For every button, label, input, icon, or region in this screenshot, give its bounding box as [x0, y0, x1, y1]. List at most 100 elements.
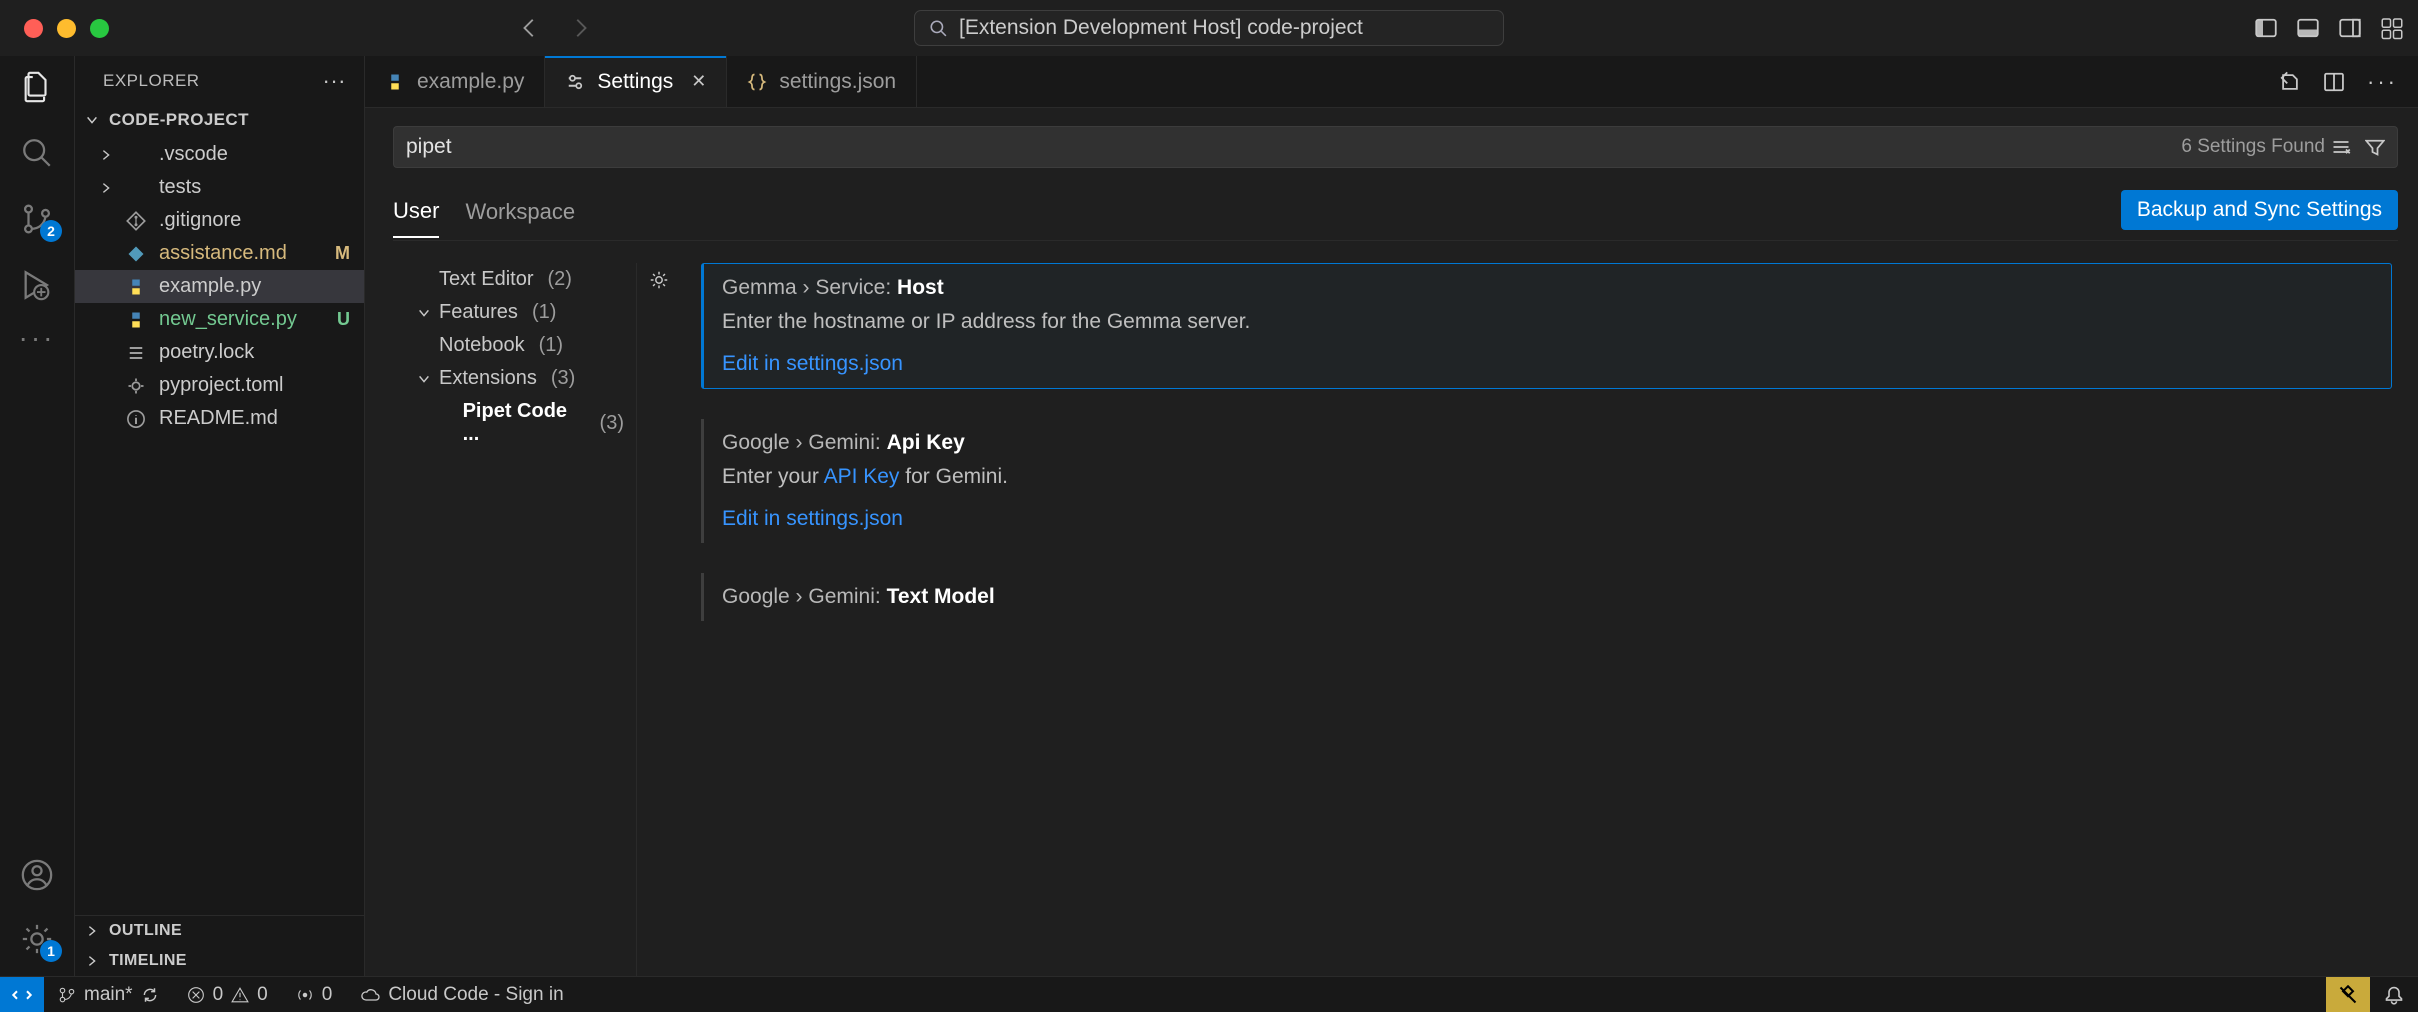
file-name: new_service.py: [159, 308, 297, 331]
setting-name: Host: [897, 276, 944, 299]
setting-item[interactable]: Google › Gemini: Text Model: [701, 573, 2392, 621]
maximize-window-button[interactable]: [90, 19, 109, 38]
scm-badge: 2: [40, 220, 62, 242]
settings-search-input[interactable]: [406, 135, 2181, 159]
file-icon: [125, 310, 147, 330]
file-icon: [125, 211, 147, 231]
tab-label: settings.json: [779, 70, 896, 94]
explorer-more-icon[interactable]: ···: [323, 68, 346, 94]
folder-header[interactable]: CODE-PROJECT: [75, 100, 364, 138]
edit-in-settings-json-link[interactable]: Edit in settings.json: [722, 352, 903, 376]
search-icon: [929, 19, 947, 37]
toc-count: (2): [547, 268, 571, 291]
file-item[interactable]: assistance.mdM: [75, 237, 364, 270]
file-item[interactable]: new_service.pyU: [75, 303, 364, 336]
editor-tab[interactable]: example.py: [365, 56, 545, 107]
gear-icon[interactable]: [648, 269, 670, 976]
file-item[interactable]: tests: [75, 171, 364, 204]
toc-item[interactable]: Extensions(3): [393, 362, 630, 395]
file-name: assistance.md: [159, 242, 287, 265]
setting-desc-link[interactable]: API Key: [824, 465, 900, 488]
edit-in-settings-json-link[interactable]: Edit in settings.json: [722, 507, 903, 531]
file-item[interactable]: README.md: [75, 402, 364, 435]
toc-label: Notebook: [439, 334, 525, 357]
file-item[interactable]: poetry.lock: [75, 336, 364, 369]
tab-label: Settings: [597, 70, 673, 94]
activity-more[interactable]: ···: [19, 334, 56, 342]
warning-icon: [231, 986, 249, 1004]
settings-list[interactable]: Gemma › Service: Host Enter the hostname…: [681, 263, 2398, 976]
filter-icon[interactable]: [2365, 137, 2385, 157]
settings-search-box[interactable]: 6 Settings Found: [393, 126, 2398, 168]
scope-tab-workspace[interactable]: Workspace: [465, 193, 575, 237]
activity-search[interactable]: [20, 136, 54, 170]
editor-tab[interactable]: settings.json: [727, 56, 917, 107]
tab-icon: [385, 72, 405, 92]
file-name: poetry.lock: [159, 341, 254, 364]
outline-section[interactable]: OUTLINE: [75, 915, 364, 946]
setting-name: Text Model: [887, 585, 995, 608]
status-cloud-code[interactable]: Cloud Code - Sign in: [346, 977, 577, 1012]
status-notifications[interactable]: [2370, 977, 2418, 1012]
setting-item[interactable]: Gemma › Service: Host Enter the hostname…: [701, 263, 2392, 389]
close-tab-icon[interactable]: ✕: [691, 71, 706, 92]
toc-item[interactable]: Notebook(1): [393, 329, 630, 362]
editor-tabs: example.py Settings ✕ settings.json ···: [365, 56, 2418, 108]
file-item[interactable]: .gitignore: [75, 204, 364, 237]
outline-label: OUTLINE: [109, 922, 182, 940]
status-branch[interactable]: main*: [44, 977, 173, 1012]
file-item[interactable]: example.py: [75, 270, 364, 303]
tab-actions: ···: [2259, 56, 2418, 107]
window-title: [Extension Development Host] code-projec…: [959, 16, 1363, 40]
open-changes-icon[interactable]: [2279, 71, 2301, 93]
file-name: .vscode: [159, 143, 228, 166]
toggle-secondary-sidebar-icon[interactable]: [2338, 16, 2362, 40]
settings-body: Text Editor(2)Features(1)Notebook(1)Exte…: [393, 263, 2398, 976]
activity-account[interactable]: [20, 858, 54, 892]
setting-item[interactable]: Google › Gemini: Api Key Enter your API …: [701, 419, 2392, 543]
backup-sync-button[interactable]: Backup and Sync Settings: [2121, 190, 2398, 230]
sync-icon[interactable]: [141, 986, 159, 1004]
minimize-window-button[interactable]: [57, 19, 76, 38]
setting-crumb: Google › Gemini:: [722, 431, 887, 454]
setting-description: Enter your API Key for Gemini.: [722, 465, 2374, 489]
branch-name: main*: [84, 984, 133, 1006]
file-item[interactable]: pyproject.toml: [75, 369, 364, 402]
back-button[interactable]: [519, 17, 541, 39]
toc-item[interactable]: Pipet Code ...(3): [393, 395, 630, 451]
status-remote[interactable]: [0, 977, 44, 1012]
status-problems[interactable]: 0 0: [173, 977, 282, 1012]
activity-source-control[interactable]: 2: [20, 202, 54, 236]
close-window-button[interactable]: [24, 19, 43, 38]
toc-label: Features: [439, 301, 518, 324]
clear-search-icon[interactable]: [2331, 137, 2351, 157]
warning-count: 0: [257, 984, 268, 1006]
forward-button[interactable]: [569, 17, 591, 39]
file-name: tests: [159, 176, 201, 199]
toc-item[interactable]: Features(1): [393, 296, 630, 329]
bell-icon: [2384, 985, 2404, 1005]
timeline-section[interactable]: TIMELINE: [75, 946, 364, 976]
editor-tab[interactable]: Settings ✕: [545, 56, 727, 107]
activity-manage[interactable]: 1: [20, 922, 54, 956]
file-name: pyproject.toml: [159, 374, 284, 397]
history-nav: [519, 17, 591, 39]
command-center[interactable]: [Extension Development Host] code-projec…: [914, 10, 1504, 46]
status-ports[interactable]: 0: [282, 977, 347, 1012]
timeline-label: TIMELINE: [109, 952, 187, 970]
customize-layout-icon[interactable]: [2380, 16, 2404, 40]
scope-tab-user[interactable]: User: [393, 192, 439, 238]
cloud-code-label: Cloud Code - Sign in: [388, 984, 563, 1006]
tab-icon: [565, 72, 585, 92]
toc-item[interactable]: Text Editor(2): [393, 263, 630, 296]
radio-icon: [296, 986, 314, 1004]
split-editor-icon[interactable]: [2323, 71, 2345, 93]
toggle-primary-sidebar-icon[interactable]: [2254, 16, 2278, 40]
activity-run-debug[interactable]: [20, 268, 54, 302]
file-item[interactable]: .vscode: [75, 138, 364, 171]
toggle-panel-icon[interactable]: [2296, 16, 2320, 40]
status-nospark[interactable]: [2326, 977, 2370, 1012]
editor-more-icon[interactable]: ···: [2367, 69, 2398, 95]
activity-explorer[interactable]: [20, 70, 54, 104]
tab-label: example.py: [417, 70, 524, 94]
